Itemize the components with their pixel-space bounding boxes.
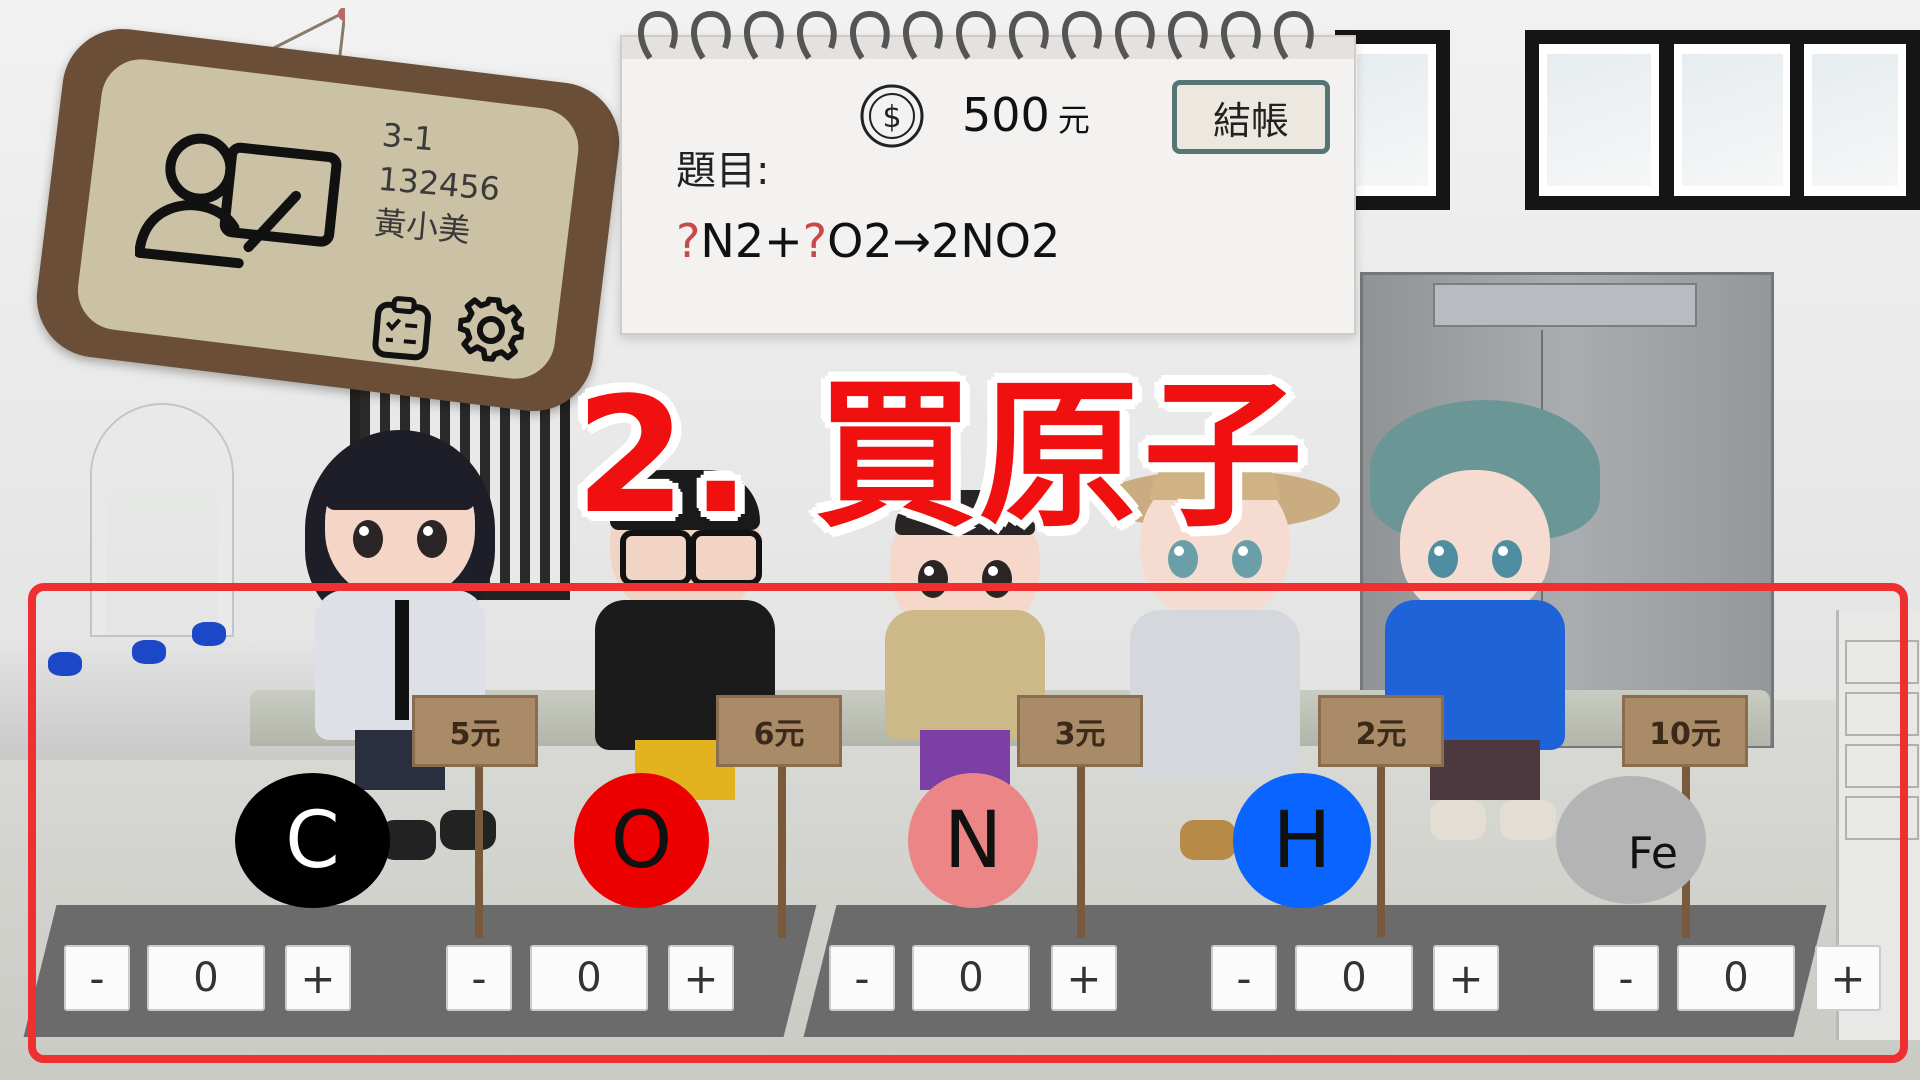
unknown-coefficient: ? [802, 214, 828, 268]
decrease-carbon-button[interactable]: - [64, 945, 130, 1011]
atom-carbon[interactable]: C [235, 773, 390, 908]
price-sign-o: 6元 [716, 695, 842, 767]
price-sign-post [1077, 738, 1085, 938]
equation-part: O2→2NO2 [827, 214, 1061, 268]
atom-symbol: H [1272, 795, 1332, 886]
money-unit: 元 [1057, 101, 1090, 139]
money-display: 500 元 [962, 88, 1090, 142]
price-sign-fe: 10元 [1622, 695, 1748, 767]
atom-hydrogen[interactable]: H [1233, 773, 1371, 908]
student-profile-icon [135, 133, 342, 269]
unknown-coefficient: ? [676, 214, 701, 268]
window [1660, 30, 1805, 210]
iron-quantity: 0 [1677, 945, 1795, 1011]
decrease-hydrogen-button[interactable]: - [1211, 945, 1277, 1011]
decrease-oxygen-button[interactable]: - [446, 945, 512, 1011]
hydrogen-quantity: 0 [1295, 945, 1413, 1011]
window [1790, 30, 1920, 210]
increase-carbon-button[interactable]: + [285, 945, 351, 1011]
carbon-quantity: 0 [147, 945, 265, 1011]
increase-iron-button[interactable]: + [1815, 945, 1881, 1011]
atom-iron[interactable]: Fe [1556, 776, 1706, 904]
increase-nitrogen-button[interactable]: + [1051, 945, 1117, 1011]
atom-symbol: N [943, 795, 1003, 886]
question-equation: ?N2+?O2→2NO2 [676, 214, 1060, 268]
increase-oxygen-button[interactable]: + [668, 945, 734, 1011]
checkout-button[interactable]: 結帳 [1172, 80, 1330, 154]
price-sign-n: 3元 [1017, 695, 1143, 767]
price-sign-post [1377, 738, 1385, 938]
student-info: 3-1 132456 黃小美 [372, 113, 505, 255]
question-label: 題目: [676, 148, 770, 194]
clipboard-checklist-icon[interactable] [369, 294, 434, 363]
money-amount: 500 [962, 88, 1050, 142]
settings-gear-icon[interactable] [455, 293, 527, 365]
equation-part: N2+ [700, 214, 803, 268]
atom-symbol: Fe [1628, 828, 1678, 879]
price-sign-c: 5元 [412, 695, 538, 767]
step-title: 2. 買原子 [575, 362, 1307, 549]
increase-hydrogen-button[interactable]: + [1433, 945, 1499, 1011]
atom-nitrogen[interactable]: N [908, 773, 1038, 908]
price-sign-post [475, 738, 483, 938]
price-sign-h: 2元 [1318, 695, 1444, 767]
window [1525, 30, 1673, 210]
decrease-nitrogen-button[interactable]: - [829, 945, 895, 1011]
atom-oxygen[interactable]: O [574, 773, 709, 908]
svg-text:$: $ [882, 100, 901, 135]
oxygen-quantity: 0 [530, 945, 648, 1011]
atom-symbol: C [285, 795, 340, 886]
atom-symbol: O [610, 795, 673, 886]
notepad-rings [637, 10, 1314, 60]
nitrogen-quantity: 0 [912, 945, 1030, 1011]
coin-dollar-icon: $ [860, 84, 924, 148]
price-sign-post [778, 738, 786, 938]
decrease-iron-button[interactable]: - [1593, 945, 1659, 1011]
